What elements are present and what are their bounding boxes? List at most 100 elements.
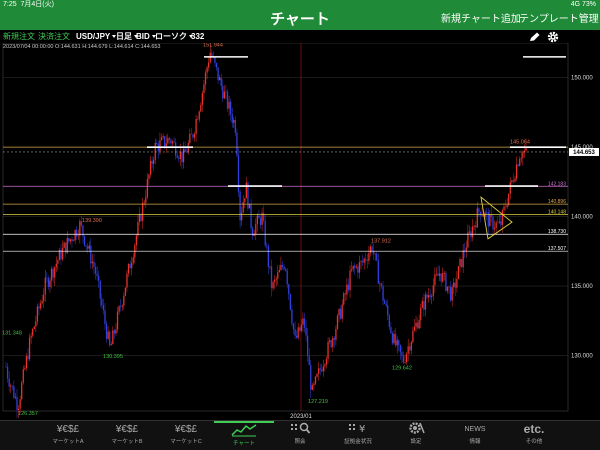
candle-body xyxy=(379,283,381,285)
candle-body xyxy=(35,321,37,327)
candle-body xyxy=(208,62,210,68)
news-icon: NEWS xyxy=(464,426,486,433)
candle-body xyxy=(220,77,222,86)
high-low-label: 151.944 xyxy=(203,43,223,49)
tab-market-c[interactable]: ¥€$£ マーケットC xyxy=(156,421,216,450)
chart-type-selector[interactable]: ローソク xyxy=(155,30,193,43)
settings-icon xyxy=(386,421,446,438)
candle-body xyxy=(398,340,400,345)
candle-body xyxy=(126,273,128,288)
pair-selector[interactable]: USD/JPY xyxy=(76,30,117,43)
candle-body xyxy=(175,142,177,156)
candle-body xyxy=(54,267,56,278)
candle-body xyxy=(369,246,372,253)
candle-body xyxy=(11,385,13,387)
candle-body xyxy=(278,269,281,273)
candle-body xyxy=(154,142,156,160)
price-chart[interactable]: 150.000145.000140.000135.000130.0002023/… xyxy=(0,43,600,420)
new-order-button[interactable]: 新規注文 xyxy=(3,30,35,43)
period-selector[interactable]: 日足 xyxy=(116,30,138,43)
candle-body xyxy=(55,263,57,268)
high-low-label: 129.642 xyxy=(392,365,412,371)
horizontal-line-label: 142.183 xyxy=(548,181,566,187)
candle-body xyxy=(519,158,521,166)
candle-body xyxy=(361,261,364,263)
candle-body xyxy=(399,344,401,353)
candle-body xyxy=(283,266,285,269)
candle-body xyxy=(151,160,153,164)
candle-body xyxy=(520,157,522,159)
candle-body xyxy=(22,369,24,383)
candle-body xyxy=(297,327,299,338)
current-price-label: 144.653 xyxy=(573,150,595,156)
candle-body xyxy=(112,330,114,345)
candle-body xyxy=(96,273,98,276)
template-manage-button[interactable]: テンプレート管理 xyxy=(519,14,599,26)
candle-body xyxy=(5,366,7,368)
tab-margin-status[interactable]: ¥ 証拠金状況 xyxy=(328,421,388,450)
candle-body xyxy=(457,266,460,280)
gear-icon[interactable] xyxy=(547,31,559,43)
candle-body xyxy=(176,155,178,158)
candle-body xyxy=(272,282,274,289)
candle-body xyxy=(244,198,246,202)
candle-body xyxy=(418,320,420,329)
tab-settings[interactable]: 設定 xyxy=(386,421,446,450)
candle-body xyxy=(435,273,438,275)
candle-body xyxy=(189,133,191,143)
candle-body xyxy=(24,368,26,370)
candle-body xyxy=(242,201,244,213)
settle-order-button[interactable]: 決済注文 xyxy=(38,30,70,43)
candle-body xyxy=(390,327,392,334)
candle-body xyxy=(230,101,232,115)
chart-toolbar: 新規注文 決済注文 USD/JPY 日足 BID ローソク 332 xyxy=(0,30,600,43)
candle-body xyxy=(303,318,306,328)
candle-body xyxy=(231,114,233,123)
candle-body xyxy=(258,215,260,219)
tab-information[interactable]: NEWS 情報 xyxy=(445,421,505,450)
side-selector[interactable]: BID xyxy=(136,30,156,43)
candle-body xyxy=(262,212,265,221)
candle-body xyxy=(110,344,112,346)
candle-body xyxy=(434,274,436,286)
candle-body xyxy=(159,140,161,152)
candle-body xyxy=(14,396,17,398)
tab-market-a[interactable]: ¥€$£ マーケットA xyxy=(38,421,98,450)
candle-body xyxy=(167,138,169,144)
candle-body xyxy=(250,203,252,229)
tab-inquiry[interactable]: 照会 xyxy=(270,421,330,450)
candle-body xyxy=(453,282,455,288)
high-low-label: 130.395 xyxy=(103,354,123,360)
candle-body xyxy=(30,335,32,338)
candle-body xyxy=(66,238,68,253)
candle-body xyxy=(288,284,290,295)
candle-body xyxy=(44,277,46,295)
tab-market-b[interactable]: ¥€$£ マーケットB xyxy=(97,421,157,450)
candle-body xyxy=(346,284,348,295)
pencil-icon[interactable] xyxy=(529,32,541,42)
candle-body xyxy=(343,293,345,305)
candle-body xyxy=(267,246,270,267)
bar-count[interactable]: 332 xyxy=(191,30,204,43)
candle-body xyxy=(156,142,158,145)
candle-body xyxy=(509,182,511,194)
candle-body xyxy=(61,247,64,260)
tab-more[interactable]: etc. その他 xyxy=(504,421,564,450)
candle-body xyxy=(412,330,414,343)
candle-body xyxy=(148,174,150,179)
candle-body xyxy=(413,326,416,331)
candle-body xyxy=(88,245,90,249)
status-time-date: 7:25 7月4日(火) xyxy=(3,1,54,8)
candle-body xyxy=(391,333,394,344)
candle-body xyxy=(266,245,268,247)
candle-body xyxy=(255,224,257,235)
tab-chart[interactable]: チャート xyxy=(214,421,274,450)
candle-body xyxy=(421,301,423,308)
candle-body xyxy=(357,266,359,273)
candle-body xyxy=(429,295,431,297)
add-chart-button[interactable]: 新規チャート追加 xyxy=(441,14,521,26)
horizontal-line-label: 140.896 xyxy=(548,199,566,205)
candle-body xyxy=(383,300,386,304)
title-bar: チャート 新規チャート追加 テンプレート管理 xyxy=(0,10,600,30)
candle-body xyxy=(292,323,295,330)
